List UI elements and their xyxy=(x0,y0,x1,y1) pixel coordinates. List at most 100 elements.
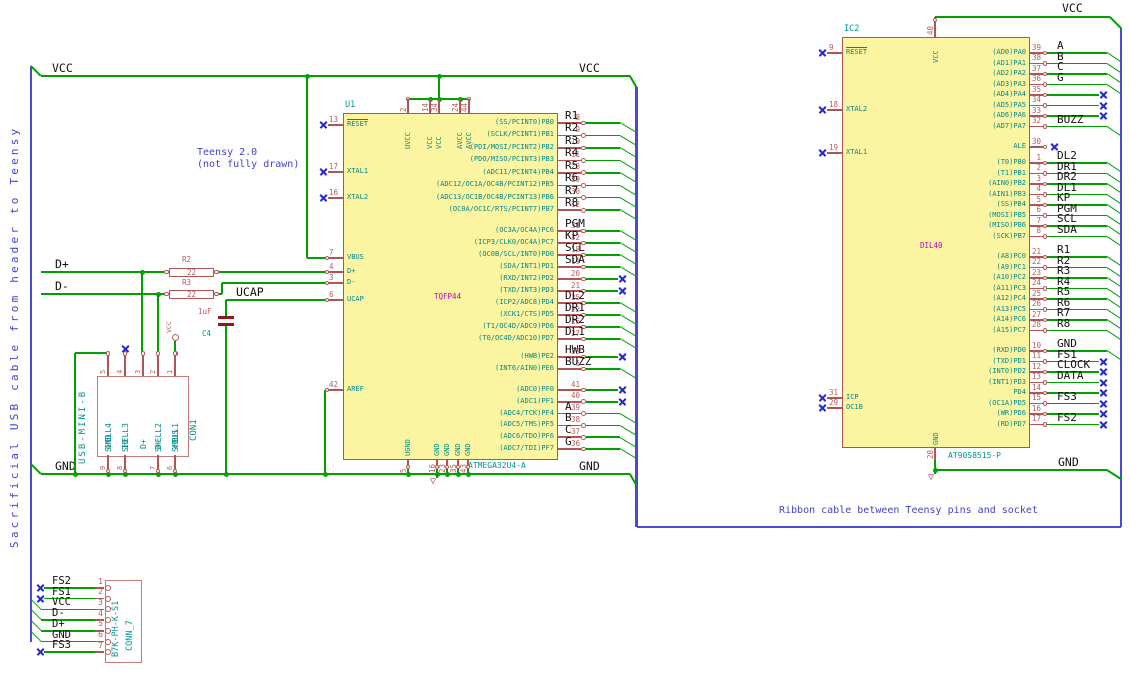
net-label[interactable]: R1 xyxy=(565,109,578,122)
pin-name: GND xyxy=(443,443,451,456)
note-teensy-line2: (not fully drawn) xyxy=(197,159,300,170)
pin-name: XTAL2 xyxy=(347,193,369,201)
net-label[interactable]: SDA xyxy=(1057,223,1077,236)
pin-name: (T0)PB0 xyxy=(996,158,1026,166)
net-label[interactable]: DL1 xyxy=(565,325,585,338)
net-label-vcc[interactable]: VCC xyxy=(579,62,600,75)
bus-entry xyxy=(1106,83,1121,95)
pin-end-ring xyxy=(324,270,329,274)
no-connect-icon xyxy=(1099,368,1107,376)
net-label[interactable]: R8 xyxy=(565,197,578,209)
net-label-gnd[interactable]: GND xyxy=(579,460,600,473)
no-connect-icon xyxy=(1099,112,1107,120)
pin-name: SHELL1 xyxy=(171,423,180,452)
net-label[interactable]: R2 xyxy=(565,122,578,134)
pin-number: 2 xyxy=(398,107,408,112)
wire-segment xyxy=(585,314,620,316)
net-label-dminus[interactable]: D- xyxy=(55,280,69,293)
pin-number: 24 xyxy=(450,102,460,112)
pin-end-ring xyxy=(105,351,111,356)
net-label[interactable]: FS2 xyxy=(1057,411,1077,424)
net-label[interactable]: FS3 xyxy=(1057,390,1077,403)
pin-number: 5 xyxy=(98,619,103,629)
junction-dot xyxy=(72,471,78,477)
pin-number: 25 xyxy=(1031,288,1041,298)
capacitor-c4-plate[interactable] xyxy=(218,316,234,319)
pin-number: 8 xyxy=(1036,226,1041,235)
c4-reference: C4 xyxy=(202,329,212,338)
no-connect-icon xyxy=(121,345,129,353)
net-label[interactable]: R5 xyxy=(565,159,578,172)
bus-entry xyxy=(1106,256,1121,267)
wire-segment xyxy=(41,75,630,77)
net-label[interactable]: BUZZ xyxy=(565,355,592,368)
net-label-ucap[interactable]: UCAP xyxy=(236,286,264,299)
vcc-power-symbol[interactable] xyxy=(171,333,179,341)
no-connect-icon xyxy=(36,584,44,592)
pin-number: 35 xyxy=(1031,84,1041,94)
pin-stub xyxy=(558,209,581,211)
net-label-gnd[interactable]: GND xyxy=(1058,456,1079,469)
pin-name: GND xyxy=(454,443,462,456)
junction-dot xyxy=(436,73,442,79)
net-label-gnd[interactable]: GND xyxy=(55,460,76,473)
net-label[interactable]: G xyxy=(565,435,572,448)
pin-number: 1 xyxy=(166,369,174,374)
no-connect-icon xyxy=(1099,410,1107,418)
net-label-dplus[interactable]: D+ xyxy=(55,258,69,271)
no-connect-icon xyxy=(618,287,626,295)
net-label[interactable]: SDA xyxy=(565,253,585,266)
net-label[interactable]: BUZZ xyxy=(1057,113,1084,126)
pin-number: 12 xyxy=(1031,361,1041,371)
pin-number: 6 xyxy=(1036,205,1041,214)
pin-stub xyxy=(1030,329,1043,332)
pin-number: 7 xyxy=(329,247,334,257)
conn7-part-name: B7K-PH-K-S1 xyxy=(111,600,121,657)
wire-segment xyxy=(1047,266,1107,269)
wire-segment xyxy=(225,300,227,316)
net-label[interactable]: R3 xyxy=(565,134,578,147)
net-label[interactable]: FS3 xyxy=(52,640,71,652)
net-label[interactable]: DATA xyxy=(1057,369,1084,382)
pin-end-ring xyxy=(155,351,161,356)
pin-end-ring xyxy=(172,351,178,356)
net-label-vcc[interactable]: VCC xyxy=(52,62,73,75)
wire-segment xyxy=(1047,329,1107,332)
net-label[interactable]: R7 xyxy=(565,184,578,197)
pin-number: 18 xyxy=(829,99,839,109)
net-label[interactable]: R6 xyxy=(565,172,578,184)
pin-name: UCAP xyxy=(347,295,364,303)
wire-segment xyxy=(585,326,620,328)
bus-entry xyxy=(1106,319,1121,330)
pin-stub xyxy=(1030,235,1043,238)
bus-entry xyxy=(619,209,637,221)
wire-segment xyxy=(585,412,620,415)
pin-number: 38 xyxy=(570,414,580,424)
pin-name: VCC xyxy=(435,136,443,149)
wire-segment xyxy=(585,230,620,232)
net-label[interactable]: R8 xyxy=(1057,317,1070,330)
pin-number: 11 xyxy=(1031,351,1041,360)
pin-name: (AD4)PA4 xyxy=(992,90,1026,98)
net-label[interactable]: R4 xyxy=(565,147,578,159)
u1-part-name: ATMEGA32U4-A xyxy=(468,461,526,470)
bus-entry xyxy=(1106,193,1121,205)
pin-number: 26 xyxy=(1031,299,1041,308)
pin-number: 5 xyxy=(1036,194,1041,204)
wire-segment xyxy=(1047,94,1099,96)
junction-dot xyxy=(223,471,229,477)
pin-end-ring xyxy=(104,627,111,634)
wire-segment xyxy=(41,271,169,273)
bus-entry xyxy=(1106,308,1121,320)
junction-dot xyxy=(932,467,938,473)
net-label[interactable]: G xyxy=(1057,71,1064,84)
no-connect-icon xyxy=(319,194,327,202)
wire-segment xyxy=(585,389,618,391)
pin-number: 37 xyxy=(570,426,580,436)
pin-stub xyxy=(1030,423,1043,426)
pin-name: (MOSI)PB5 xyxy=(988,210,1026,219)
pin-number: 16 xyxy=(427,463,437,473)
net-label-vcc[interactable]: VCC xyxy=(1062,2,1083,15)
no-connect-icon xyxy=(1099,399,1107,408)
pin-name: AVCC xyxy=(465,132,473,149)
